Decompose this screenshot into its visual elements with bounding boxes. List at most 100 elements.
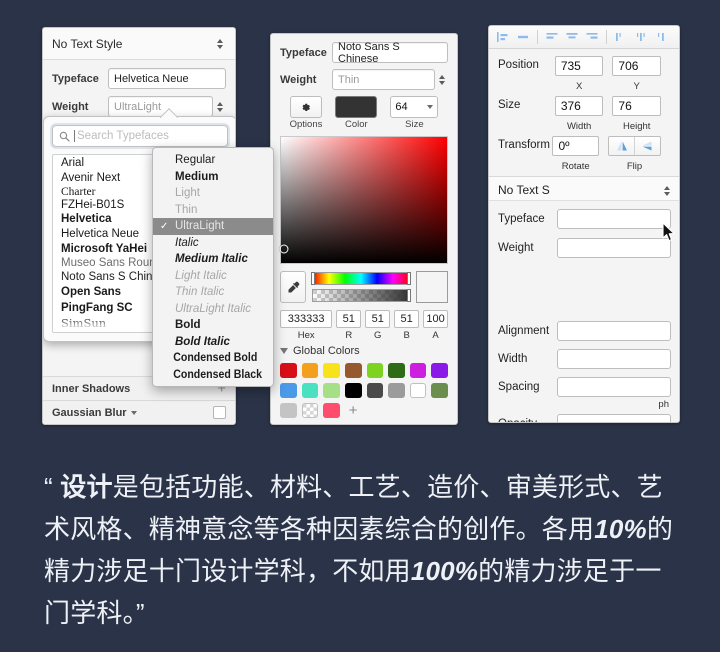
swatch-8b1ae8[interactable] [431, 363, 448, 378]
swatch-4a9ae8[interactable] [280, 383, 297, 398]
swatch-96592d[interactable] [344, 363, 362, 378]
weight-menu-item-label: Thin [175, 203, 198, 216]
right-width-field[interactable] [557, 349, 671, 369]
size-row: Size 376 Width 76 Height [498, 96, 670, 134]
rotate-field[interactable]: 0º [552, 136, 599, 156]
right-opacity-field[interactable] [557, 414, 671, 422]
weight-menu-item[interactable]: Condensed Black [153, 367, 263, 384]
swatch-d80f18[interactable] [280, 363, 297, 378]
align-left-edges-icon[interactable] [493, 28, 513, 46]
right-typeface-field[interactable] [557, 209, 671, 229]
flip-vertical-icon[interactable] [634, 137, 660, 155]
flip-horizontal-icon[interactable] [609, 137, 634, 155]
alpha-slider-knob[interactable] [407, 289, 411, 302]
weight-menu-item[interactable]: Light Italic [153, 268, 273, 285]
saturation-value-picker[interactable] [279, 136, 448, 264]
position-x-field[interactable]: 735 [554, 56, 604, 76]
color-value-field-hex[interactable]: 333333 [280, 310, 333, 328]
transform-section: Position 735 X 706 Y Size 376 Width 76 H… [489, 49, 679, 174]
color-value-field-g[interactable]: 51 [365, 310, 391, 328]
right-spacing-field[interactable] [557, 377, 671, 397]
color-tool[interactable]: Color [335, 96, 378, 130]
swatch-f2a01e[interactable] [301, 363, 319, 378]
swatch-000000[interactable] [344, 383, 362, 398]
right-weight-field[interactable] [557, 238, 671, 258]
current-color-preview[interactable] [416, 271, 448, 303]
swatch-7ed321[interactable] [366, 363, 384, 378]
weight-menu-item[interactable]: Bold [153, 317, 273, 334]
swatch-4a4a4a[interactable] [366, 383, 384, 398]
swatch-9b9b9b[interactable] [388, 383, 405, 398]
weight-stepper-icon[interactable] [213, 97, 226, 116]
swatch-ff4d6d[interactable] [323, 403, 340, 418]
triangle-down-icon[interactable] [280, 348, 288, 354]
distribute-right-icon[interactable] [651, 28, 671, 46]
gaussian-blur-section[interactable]: Gaussian Blur [43, 400, 235, 424]
text-style-stepper-icon[interactable] [213, 34, 226, 53]
search-placeholder: Search Typefaces [77, 130, 169, 142]
weight-menu-item[interactable]: Thin Italic [153, 284, 273, 301]
position-y-caption: Y [633, 81, 640, 92]
color-value-field-a[interactable]: 100 [423, 310, 449, 328]
position-x-cell: 735 X [554, 56, 604, 94]
weight-menu-item[interactable]: Thin [153, 202, 273, 219]
distribute-left-icon[interactable] [611, 28, 631, 46]
swatch-a5e086[interactable] [323, 383, 340, 398]
hue-slider-knob-end[interactable] [407, 272, 411, 285]
position-y-field[interactable]: 706 [612, 56, 661, 76]
chevron-down-icon[interactable] [130, 410, 137, 415]
options-tool[interactable]: Options [289, 96, 322, 130]
weight-dropdown-menu[interactable]: Regular Medium Light Thin ✓ UltraLight Italic M… [152, 147, 274, 387]
swatch-4ae0c2[interactable] [301, 383, 319, 398]
swatch-cc1fe0[interactable] [409, 363, 427, 378]
swatch-ffffff[interactable] [409, 383, 427, 398]
weight-menu-item[interactable]: Light [153, 185, 273, 202]
weight-menu-item[interactable]: ✓ UltraLight [153, 218, 273, 235]
mid-weight-field[interactable]: Thin [332, 69, 435, 90]
color-value-field-b[interactable]: 51 [394, 310, 420, 328]
align-top-icon[interactable] [542, 28, 562, 46]
swatch-transparent[interactable] [301, 403, 319, 418]
global-colors-header[interactable]: Global Colors [271, 341, 457, 357]
text-style-header[interactable]: No Text Style [43, 28, 235, 60]
flip-buttons [608, 136, 661, 156]
search-typefaces-input[interactable]: Search Typefaces [52, 125, 228, 147]
size-height-field[interactable]: 76 [612, 96, 661, 116]
align-horizontal-centers-icon[interactable] [513, 28, 533, 46]
size-width-field[interactable]: 376 [554, 96, 604, 116]
sv-cursor-handle[interactable] [279, 244, 289, 254]
size-tool[interactable]: 64 Size [390, 96, 439, 130]
eyedropper-button[interactable] [280, 271, 306, 303]
mid-typeface-field[interactable]: Noto Sans S Chinese [332, 41, 448, 65]
options-button[interactable] [289, 96, 322, 118]
weight-menu-item[interactable]: Italic [153, 235, 273, 252]
gaussian-blur-checkbox[interactable] [213, 406, 226, 419]
weight-menu-item[interactable]: Medium Italic [153, 251, 273, 268]
distribute-center-icon[interactable] [631, 28, 651, 46]
color-swatch-button[interactable] [335, 96, 378, 118]
weight-menu-item[interactable]: Medium [153, 169, 273, 186]
chevron-down-icon[interactable] [427, 105, 434, 109]
hue-slider[interactable] [311, 272, 411, 285]
weight-menu-item[interactable]: Condensed Bold [153, 350, 263, 367]
align-vertical-centers-icon[interactable] [562, 28, 582, 46]
swatch-2f6b16[interactable] [388, 363, 405, 378]
weight-menu-item[interactable]: UltraLight Italic [153, 301, 273, 318]
right-text-style-stepper-icon[interactable] [660, 181, 673, 200]
right-alignment-field[interactable] [557, 321, 671, 341]
color-value-cell-g: 51 G [365, 310, 391, 341]
align-bottom-icon[interactable] [582, 28, 602, 46]
weight-menu-item[interactable]: Regular [153, 152, 273, 169]
alpha-slider[interactable] [312, 289, 411, 302]
hue-slider-knob[interactable] [311, 272, 315, 285]
swatch-6b8e4e[interactable] [431, 383, 448, 398]
swatch-f7e21c[interactable] [323, 363, 340, 378]
swatch-c4c4c4[interactable] [280, 403, 297, 418]
color-value-field-r[interactable]: 51 [336, 310, 362, 328]
add-global-color-button[interactable]: + [345, 403, 362, 418]
size-select[interactable]: 64 [390, 96, 439, 118]
mid-typeface-label: Typeface [280, 46, 327, 59]
typeface-field[interactable]: Helvetica Neue [108, 68, 226, 89]
weight-menu-item[interactable]: Bold Italic [153, 334, 273, 351]
mid-weight-stepper-icon[interactable] [435, 70, 448, 89]
